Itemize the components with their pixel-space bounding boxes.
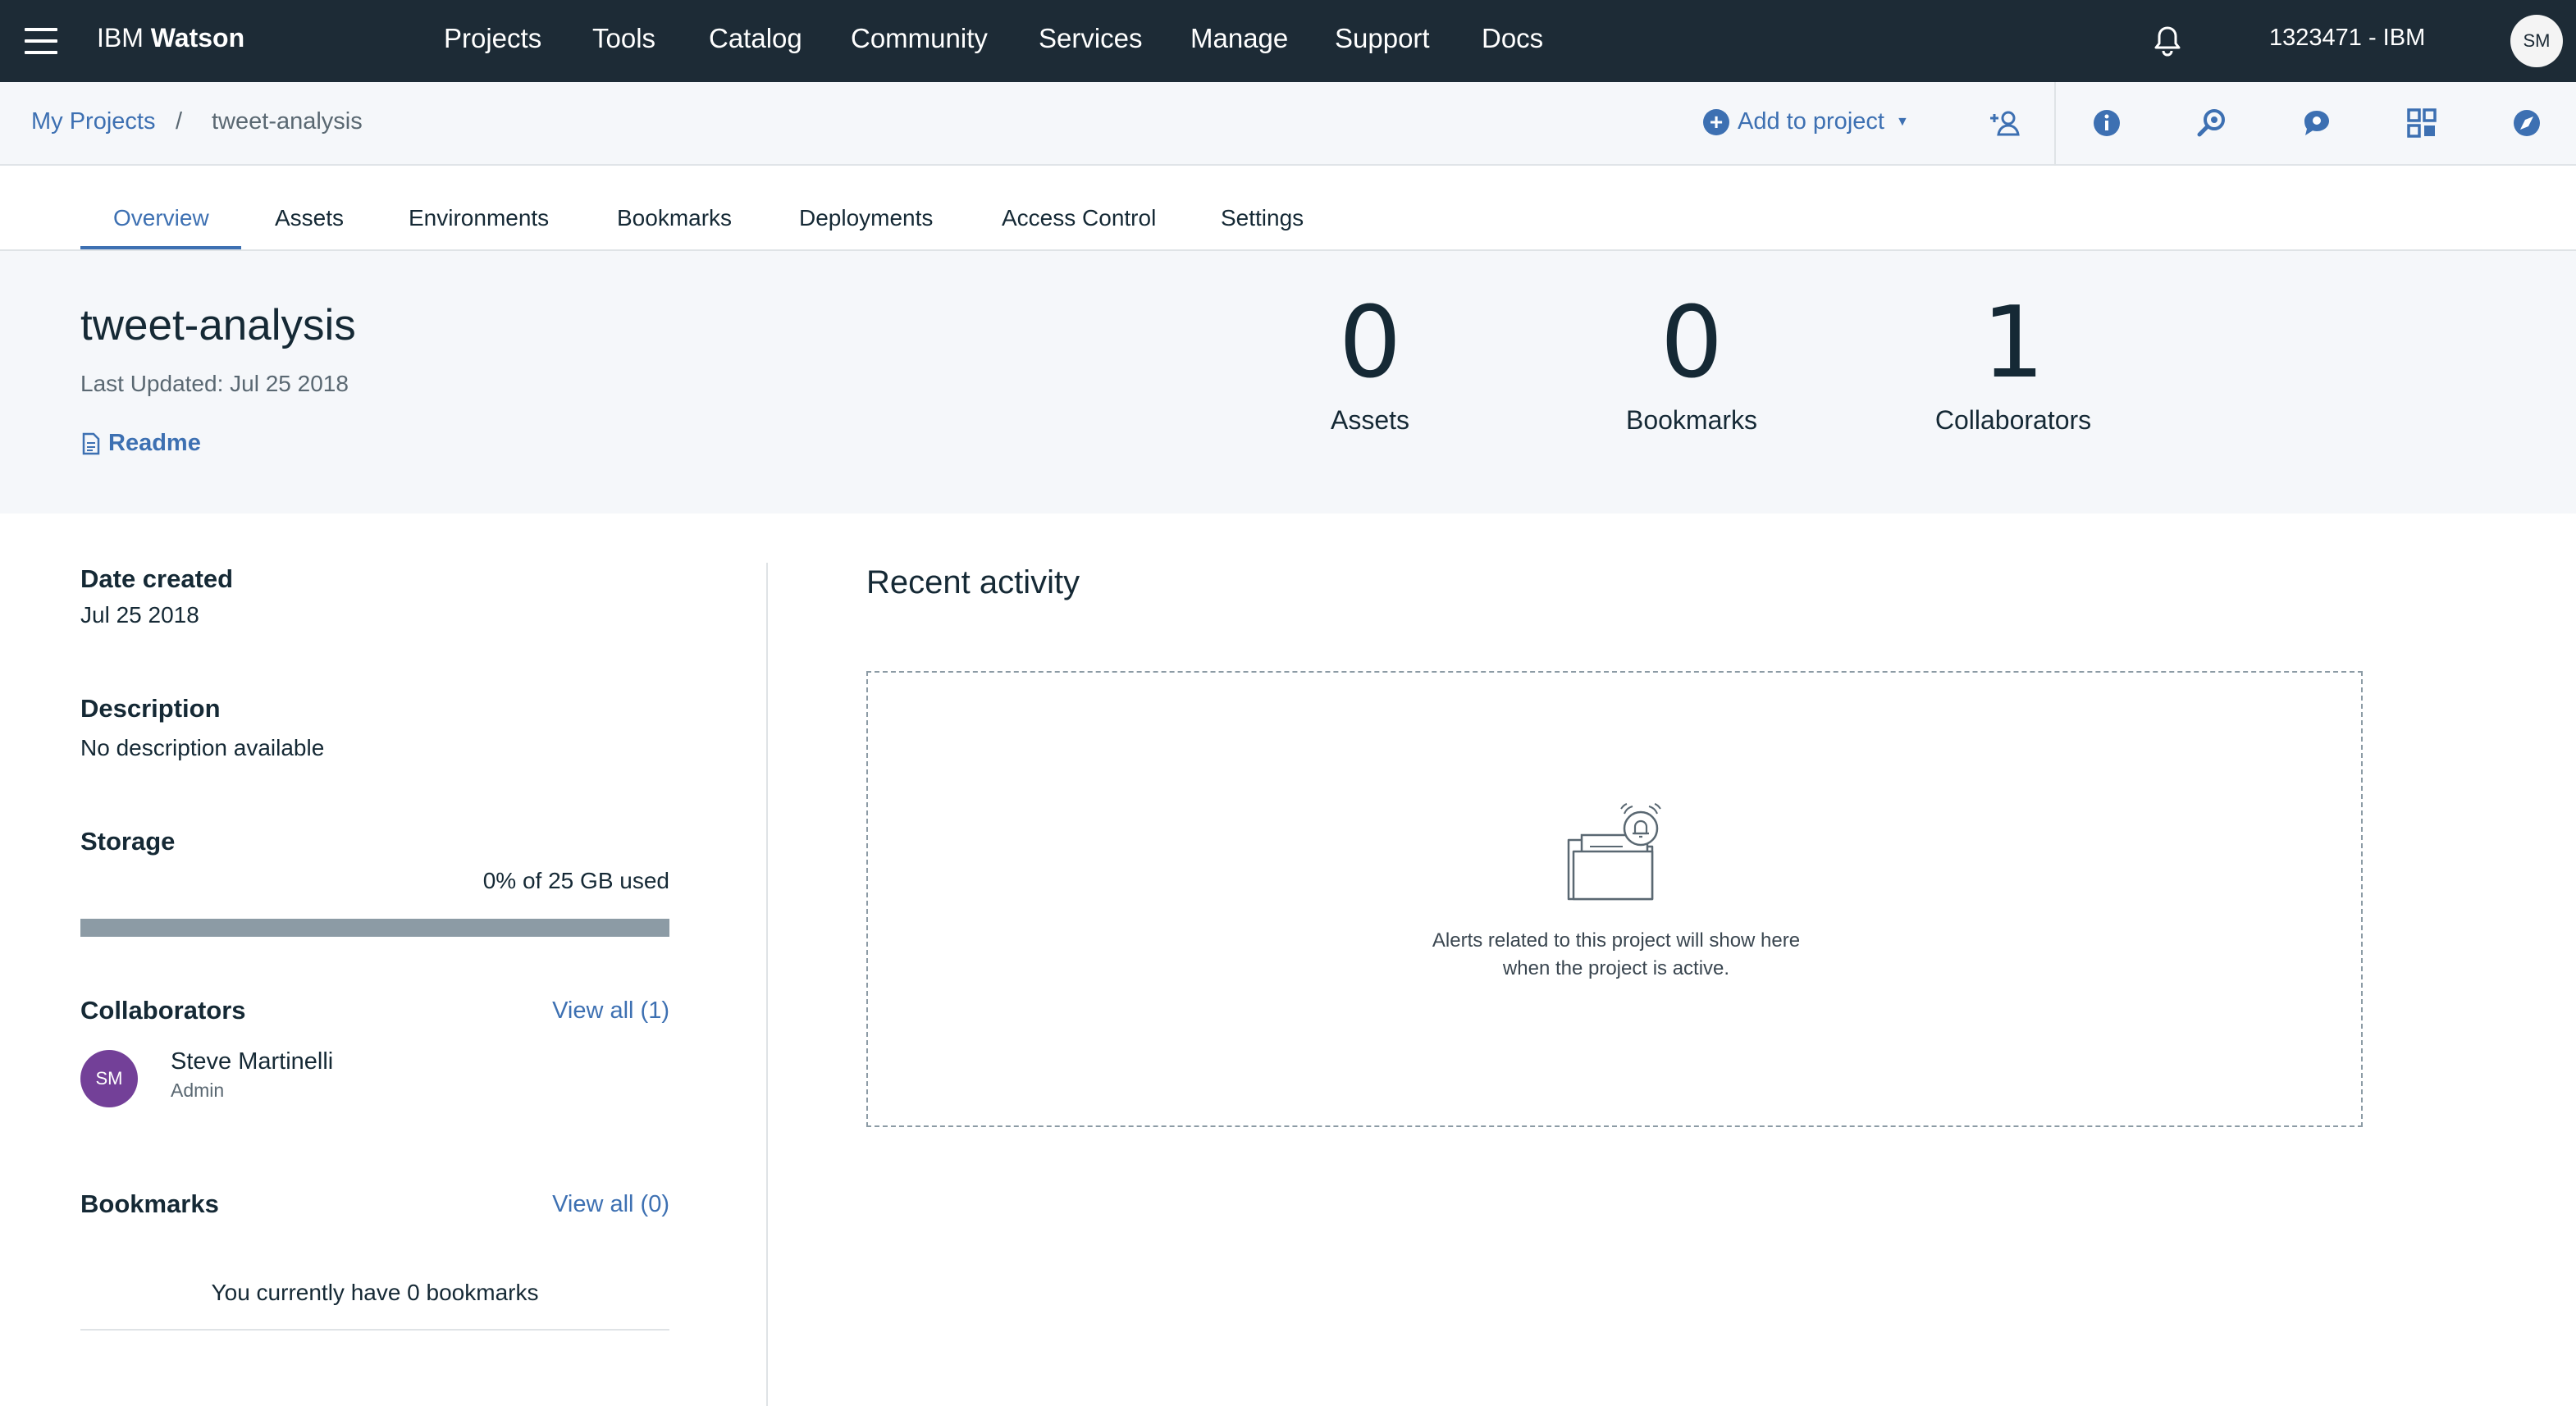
bookmarks-label: Bookmarks [80,1189,219,1218]
tab-bookmarks[interactable]: Bookmarks [617,205,732,231]
project-summary: tweet-analysis Last Updated: Jul 25 2018… [0,251,2576,514]
folder-alert-icon [1564,802,1669,906]
collaborators-header: Collaborators View all (1) [80,996,669,1029]
bookmarks-empty-message: You currently have 0 bookmarks [211,1280,539,1305]
empty-message-line-1: Alerts related to this project will show… [1432,929,1801,952]
storage-progress-bar [80,919,669,937]
nav-services[interactable]: Services [1039,23,1143,54]
recent-activity-panel: Alerts related to this project will show… [866,671,2363,1127]
stat-bookmarks: 0 Bookmarks [1593,292,1790,436]
readme-link[interactable]: Readme [82,430,201,457]
breadcrumb-current: tweet-analysis [212,108,363,135]
tab-access-control[interactable]: Access Control [1002,205,1156,231]
account-selector[interactable]: 1323471 - IBM [2269,25,2425,52]
document-icon [82,432,100,454]
tab-settings[interactable]: Settings [1221,205,1304,231]
stat-collaborators-value: 1 [1981,286,2045,400]
info-icon[interactable] [2090,107,2123,139]
add-to-project-button[interactable]: + Add to project ▼ [1703,108,1909,135]
nav-community[interactable]: Community [851,23,988,54]
stat-collaborators: 1 Collaborators [1915,292,2112,436]
last-updated: Last Updated: Jul 25 2018 [80,371,349,396]
recent-activity-title: Recent activity [866,564,1080,600]
active-tab-indicator [80,246,241,249]
storage-label: Storage [80,827,176,856]
bookmarks-header: Bookmarks View all (0) [80,1189,669,1222]
readme-label: Readme [108,430,201,456]
date-created-value: Jul 25 2018 [80,602,199,628]
compass-icon[interactable] [2510,107,2543,139]
top-navigation: IBM Watson Projects Tools Catalog Commun… [0,0,2576,82]
description-value: No description available [80,735,325,760]
collaborators-view-all-link[interactable]: View all (1) [552,997,669,1025]
brand-logo[interactable]: IBM Watson [97,23,244,53]
description-label: Description [80,694,221,723]
collaborators-label: Collaborators [80,996,246,1025]
stat-collaborators-label: Collaborators [1934,405,2092,435]
breadcrumb-separator: / [176,108,183,135]
tab-deployments[interactable]: Deployments [799,205,933,231]
nav-projects[interactable]: Projects [444,23,541,54]
add-collaborator-icon[interactable] [1989,107,2021,139]
stat-assets: 0 Assets [1272,292,1468,436]
tab-overview[interactable]: Overview [113,205,209,231]
column-divider [766,563,768,1406]
stat-assets-value: 0 [1338,286,1402,400]
stat-bookmarks-value: 0 [1660,286,1724,400]
search-assets-icon[interactable] [2195,107,2228,139]
breadcrumb-bar: My Projects / tweet-analysis + Add to pr… [0,82,2576,166]
bookmarks-view-all-link[interactable]: View all (0) [552,1191,669,1218]
collaborator-avatar[interactable]: SM [80,1050,138,1107]
nav-tools[interactable]: Tools [592,23,655,54]
recent-activity-empty-message: Alerts related to this project will show… [868,927,2364,983]
nav-docs[interactable]: Docs [1482,23,1543,54]
date-created-label: Date created [80,564,234,593]
add-circle-icon: + [1703,108,1729,135]
tab-environments[interactable]: Environments [409,205,549,231]
stat-bookmarks-label: Bookmarks [1625,405,1758,435]
toolbar-divider [2054,82,2056,166]
hamburger-menu-icon[interactable] [25,28,57,54]
nav-support[interactable]: Support [1335,23,1430,54]
chat-icon[interactable] [2300,107,2333,139]
add-to-project-label: Add to project [1738,108,1884,135]
caret-down-icon: ▼ [1895,114,1909,129]
collaborator-role: Admin [171,1080,225,1101]
bookmarks-divider [80,1329,669,1331]
project-tabs: Overview Assets Environments Bookmarks D… [0,166,2576,251]
tab-assets[interactable]: Assets [275,205,344,231]
nav-catalog[interactable]: Catalog [709,23,802,54]
empty-message-line-2: when the project is active. [1502,957,1730,979]
nav-manage[interactable]: Manage [1190,23,1288,54]
breadcrumb-my-projects[interactable]: My Projects [31,108,155,135]
notifications-bell-icon[interactable] [2149,23,2185,59]
user-avatar[interactable]: SM [2510,15,2563,67]
storage-used-text: 0% of 25 GB used [482,868,669,893]
stat-assets-label: Assets [1330,405,1410,435]
page-title: tweet-analysis [80,301,356,349]
collaborator-name[interactable]: Steve Martinelli [171,1048,333,1075]
apps-grid-icon[interactable] [2405,107,2438,139]
